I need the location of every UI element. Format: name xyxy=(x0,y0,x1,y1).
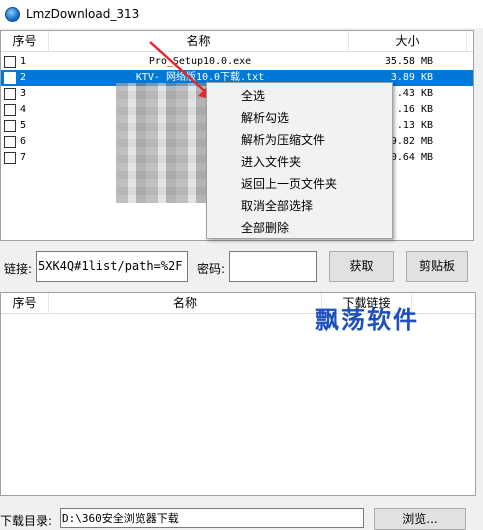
column-header-index[interactable]: 序号 xyxy=(1,293,49,314)
fetch-button[interactable]: 获取 xyxy=(329,251,394,282)
row-index: 4 xyxy=(20,104,27,115)
download-dir-label: 下载目录: xyxy=(0,514,53,528)
row-index: 6 xyxy=(20,136,27,147)
link-label: 链接: xyxy=(4,262,33,276)
link-bar: 链接: 5XK4Q#1list/path=%2F 密码: 获取 剪贴板 xyxy=(0,250,483,284)
watermark-logo: 飘荡软件 xyxy=(315,305,419,334)
menu-item-parse-as-archive[interactable]: 解析为压缩文件 xyxy=(207,129,392,151)
download-dir-bar: 下载目录: D:\360安全浏览器下载 浏览... xyxy=(0,505,483,530)
title-bar: LmzDownload_313 xyxy=(0,0,483,28)
row-index: 1 xyxy=(20,56,27,67)
window-title: LmzDownload_313 xyxy=(26,7,140,21)
file-row[interactable]: 1 Pro_Setup10.0.exe 35.58 MB xyxy=(1,54,473,70)
row-size: 35.58 MB xyxy=(384,56,433,67)
row-checkbox[interactable] xyxy=(4,72,16,84)
link-input[interactable]: 5XK4Q#1list/path=%2F xyxy=(36,251,188,282)
menu-item-delete-all[interactable]: 全部删除 xyxy=(207,217,392,239)
row-index: 3 xyxy=(20,88,27,99)
row-index: 5 xyxy=(20,120,27,131)
row-checkbox[interactable] xyxy=(4,136,16,148)
menu-item-back-folder[interactable]: 返回上一页文件夹 xyxy=(207,173,392,195)
row-index: 7 xyxy=(20,152,27,163)
row-checkbox[interactable] xyxy=(4,104,16,116)
row-checkbox[interactable] xyxy=(4,88,16,100)
row-index: 2 xyxy=(20,72,27,83)
row-checkbox[interactable] xyxy=(4,56,16,68)
context-menu: 全选 解析勾选 解析为压缩文件 进入文件夹 返回上一页文件夹 取消全部选择 全部… xyxy=(206,82,393,239)
file-list-header: 序号 名称 大小 xyxy=(1,31,473,52)
browse-button[interactable]: 浏览... xyxy=(374,508,466,530)
download-dir-input[interactable]: D:\360安全浏览器下载 xyxy=(60,508,364,528)
menu-item-select-all[interactable]: 全选 xyxy=(207,85,392,107)
password-input[interactable] xyxy=(229,251,317,282)
clipboard-button[interactable]: 剪贴板 xyxy=(406,251,468,282)
app-globe-icon xyxy=(5,6,20,22)
menu-item-enter-folder[interactable]: 进入文件夹 xyxy=(207,151,392,173)
column-header-size[interactable]: 大小 xyxy=(349,31,467,52)
password-label: 密码: xyxy=(197,262,226,276)
row-checkbox[interactable] xyxy=(4,152,16,164)
menu-item-parse-checked[interactable]: 解析勾选 xyxy=(207,107,392,129)
row-checkbox[interactable] xyxy=(4,120,16,132)
column-header-name[interactable]: 名称 xyxy=(49,293,322,314)
column-header-index[interactable]: 序号 xyxy=(1,31,49,52)
menu-item-deselect-all[interactable]: 取消全部选择 xyxy=(207,195,392,217)
